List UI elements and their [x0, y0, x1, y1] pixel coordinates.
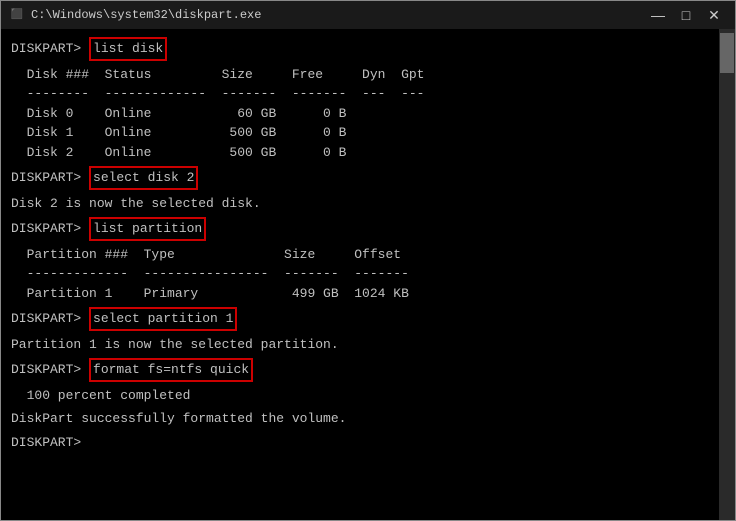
line-text: ------------- ---------------- ------- -…	[11, 264, 409, 284]
line-text: Disk 1 Online 500 GB 0 B	[11, 123, 346, 143]
prompt-text: DISKPART>	[11, 360, 89, 380]
prompt-text: DISKPART>	[11, 433, 89, 453]
line-text: Disk 2 Online 500 GB 0 B	[11, 143, 346, 163]
prompt-text: DISKPART>	[11, 168, 89, 188]
scrollbar-thumb[interactable]	[720, 33, 734, 73]
prompt-line: DISKPART> select partition 1	[11, 307, 707, 331]
terminal-content: DISKPART> list disk Disk ### Status Size…	[11, 37, 725, 512]
prompt-only-line: DISKPART>	[11, 433, 707, 453]
line-text: 100 percent completed	[11, 386, 190, 406]
prompt-text: DISKPART>	[11, 39, 89, 59]
line-text: -------- ------------- ------- ------- -…	[11, 84, 424, 104]
title-bar-controls: — □ ✕	[645, 5, 727, 25]
prompt-text: DISKPART>	[11, 309, 89, 329]
line-text: Partition ### Type Size Offset	[11, 245, 401, 265]
minimize-button[interactable]: —	[645, 5, 671, 25]
window-title: C:\Windows\system32\diskpart.exe	[31, 8, 261, 22]
terminal-line: Disk ### Status Size Free Dyn Gpt	[11, 65, 707, 85]
terminal-line: -------- ------------- ------- ------- -…	[11, 84, 707, 104]
terminal-line: 100 percent completed	[11, 386, 707, 406]
prompt-line: DISKPART> list disk	[11, 37, 707, 61]
app-icon: ⬛	[9, 7, 25, 23]
command-text: format fs=ntfs quick	[89, 358, 253, 382]
prompt-line: DISKPART> select disk 2	[11, 166, 707, 190]
line-text: Disk 2 is now the selected disk.	[11, 194, 261, 214]
terminal-line: DiskPart successfully formatted the volu…	[11, 409, 707, 429]
terminal-line: Partition 1 Primary 499 GB 1024 KB	[11, 284, 707, 304]
command-text: select disk 2	[89, 166, 198, 190]
command-text: list disk	[89, 37, 167, 61]
terminal-line: Partition 1 is now the selected partitio…	[11, 335, 707, 355]
command-text: select partition 1	[89, 307, 237, 331]
command-text: list partition	[89, 217, 206, 241]
title-bar: ⬛ C:\Windows\system32\diskpart.exe — □ ✕	[1, 1, 735, 29]
terminal-line: Disk 1 Online 500 GB 0 B	[11, 123, 707, 143]
terminal-body[interactable]: DISKPART> list disk Disk ### Status Size…	[1, 29, 735, 520]
window: ⬛ C:\Windows\system32\diskpart.exe — □ ✕…	[0, 0, 736, 521]
line-text: Partition 1 is now the selected partitio…	[11, 335, 339, 355]
terminal-line: Disk 0 Online 60 GB 0 B	[11, 104, 707, 124]
terminal-line: ------------- ---------------- ------- -…	[11, 264, 707, 284]
terminal-line: Partition ### Type Size Offset	[11, 245, 707, 265]
line-text: Disk ### Status Size Free Dyn Gpt	[11, 65, 424, 85]
prompt-line: DISKPART> format fs=ntfs quick	[11, 358, 707, 382]
prompt-text: DISKPART>	[11, 219, 89, 239]
line-text: Disk 0 Online 60 GB 0 B	[11, 104, 346, 124]
close-button[interactable]: ✕	[701, 5, 727, 25]
line-text: Partition 1 Primary 499 GB 1024 KB	[11, 284, 409, 304]
line-text: DiskPart successfully formatted the volu…	[11, 409, 346, 429]
maximize-button[interactable]: □	[673, 5, 699, 25]
prompt-line: DISKPART> list partition	[11, 217, 707, 241]
terminal-line: Disk 2 is now the selected disk.	[11, 194, 707, 214]
title-bar-left: ⬛ C:\Windows\system32\diskpart.exe	[9, 7, 261, 23]
terminal-line: Disk 2 Online 500 GB 0 B	[11, 143, 707, 163]
scrollbar[interactable]	[719, 29, 735, 520]
